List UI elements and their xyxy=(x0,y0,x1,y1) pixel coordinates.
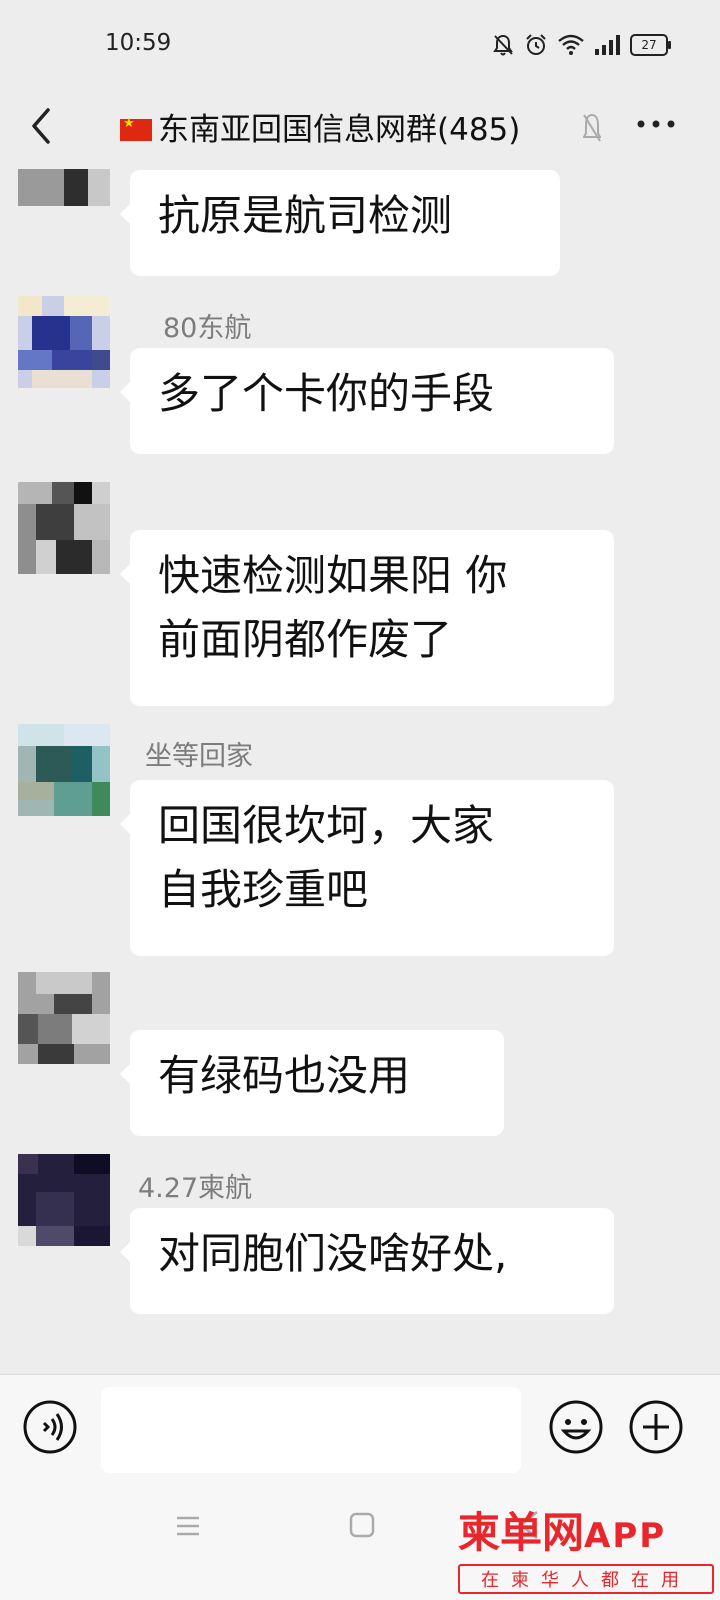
message-bubble[interactable]: 有绿码也没用 xyxy=(120,1030,504,1136)
message-text-line: 对同胞们没啥好处, xyxy=(158,1229,508,1278)
back-button[interactable] xyxy=(22,102,62,150)
battery-icon: 27 xyxy=(630,34,671,56)
avatar[interactable] xyxy=(18,482,110,574)
chat-title-text: 东南亚回国信息网群(485) xyxy=(158,112,521,148)
sender-name: 4.27柬航 xyxy=(138,1173,253,1204)
voice-icon[interactable] xyxy=(22,1399,78,1455)
alarm-icon xyxy=(526,34,546,55)
watermark-app-text: APP xyxy=(584,1516,667,1556)
message-bubble[interactable]: 快速检测如果阳 你 前面阴都作废了 xyxy=(120,530,614,706)
message-text-line: 抗原是航司检测 xyxy=(158,191,453,240)
message-text-line: 自我珍重吧 xyxy=(158,865,369,914)
home-nav-icon[interactable] xyxy=(347,1510,377,1540)
avatar[interactable] xyxy=(18,164,110,206)
message-text-line: 前面阴都作废了 xyxy=(158,615,453,664)
emoji-icon[interactable] xyxy=(548,1399,604,1455)
muted-icon xyxy=(583,113,601,142)
more-options-button[interactable] xyxy=(636,110,686,144)
avatar[interactable] xyxy=(18,296,110,388)
message-input[interactable] xyxy=(101,1387,521,1473)
watermark-brand-text: 柬单网 xyxy=(458,1508,585,1557)
status-icons: 27 xyxy=(492,30,671,60)
avatar[interactable] xyxy=(18,1154,110,1246)
message-text-line: 快速检测如果阳 你 xyxy=(158,551,508,600)
signal-icon xyxy=(595,35,620,55)
mute-bell-icon xyxy=(493,34,513,56)
watermark-logo: 柬单网APP 在柬华人都在用 xyxy=(458,1508,718,1600)
status-time: 10:59 xyxy=(105,30,172,56)
input-bar xyxy=(0,1374,720,1475)
wifi-icon xyxy=(558,34,584,55)
watermark-slogan: 在柬华人都在用 xyxy=(458,1564,714,1594)
chat-title: 东南亚回国信息网群(485) xyxy=(120,104,520,149)
sender-name: 坐等回家 xyxy=(145,741,253,772)
message-text-line: 有绿码也没用 xyxy=(158,1051,411,1100)
message-list[interactable]: 抗原是航司检测 80东航 多了个卡你的手段 快速检测如果阳 你 前面阴都作废了 … xyxy=(0,164,720,1374)
china-flag-icon xyxy=(120,116,152,141)
watermark-brand: 柬单网APP xyxy=(458,1508,666,1561)
message-bubble[interactable]: 对同胞们没啥好处, xyxy=(120,1208,614,1314)
menu-nav-icon[interactable] xyxy=(174,1512,202,1540)
message-bubble[interactable]: 抗原是航司检测 xyxy=(120,170,560,276)
plus-icon[interactable] xyxy=(628,1399,684,1455)
sender-name: 80东航 xyxy=(163,313,252,344)
status-bar: 10:59 27 xyxy=(0,0,720,88)
message-text-line: 多了个卡你的手段 xyxy=(158,369,495,418)
avatar[interactable] xyxy=(18,724,110,816)
message-text-line: 回国很坎坷，大家 xyxy=(158,801,495,850)
avatar[interactable] xyxy=(18,972,110,1064)
more-icon xyxy=(637,120,675,128)
chat-header: 东南亚回国信息网群(485) xyxy=(0,88,720,164)
message-bubble[interactable]: 多了个卡你的手段 xyxy=(120,348,614,454)
message-bubble[interactable]: 回国很坎坷，大家 自我珍重吧 xyxy=(120,780,614,956)
